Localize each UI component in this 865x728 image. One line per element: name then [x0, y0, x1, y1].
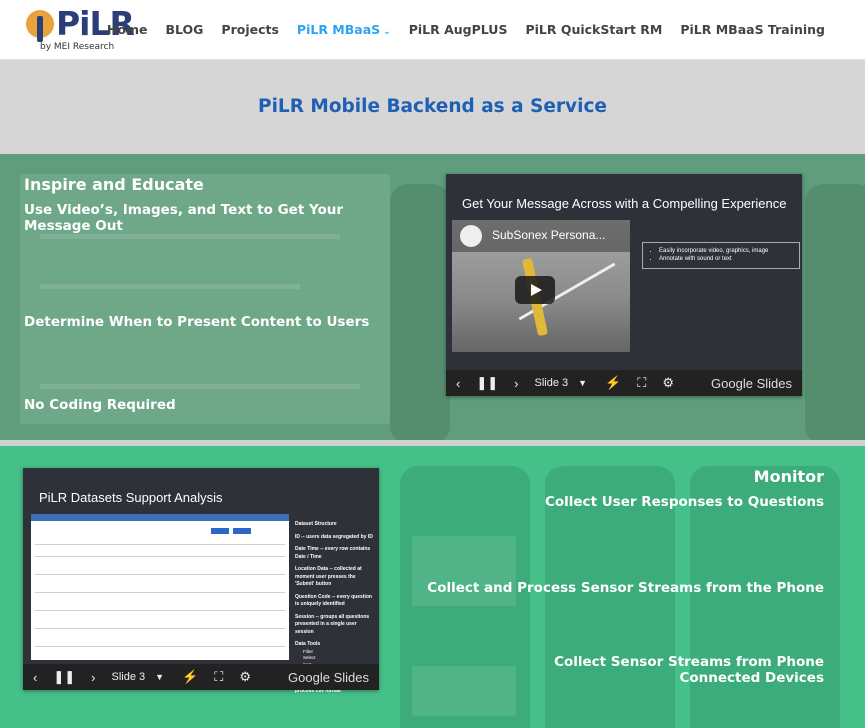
nav-pilr-mbaas-label: PiLR MBaaS [296, 22, 381, 37]
screenshot-row [35, 574, 285, 575]
screenshot-row [35, 592, 285, 593]
background-phone [390, 184, 450, 440]
heading-use-video: Use Video’s, Images, and Text to Get You… [24, 202, 344, 234]
nav-home[interactable]: Home [107, 22, 148, 37]
slide-bullet: Annotate with sound or text [659, 255, 793, 263]
slide-indicator[interactable]: Slide 3 [534, 377, 568, 389]
background-line [40, 284, 300, 289]
nav-pilr-mbaas-training[interactable]: PiLR MBaaS Training [680, 22, 825, 37]
slide-title: Get Your Message Across with a Compellin… [462, 196, 787, 211]
notes-tool: Filter [303, 648, 313, 654]
slide-indicator[interactable]: Slide 3 [111, 671, 145, 683]
heading-inspire-educate: Inspire and Educate [24, 175, 204, 194]
next-slide-icon[interactable]: › [514, 376, 518, 391]
slides-controls: ‹ ❚❚ › Slide 3 ▼ ⚡ ⛶ ⚙ Google Slides [446, 370, 802, 396]
notes-item: Session -- groups all questions presente… [295, 613, 370, 635]
background-line [40, 384, 360, 389]
notes-tool: Select [303, 655, 316, 661]
screenshot-button [211, 528, 229, 534]
slide-menu-caret-icon[interactable]: ▼ [155, 672, 164, 682]
channel-avatar[interactable] [460, 225, 482, 247]
notes-item: Question Code -- every question is uniqu… [295, 593, 372, 608]
notes-item: Location Data -- collected at moment use… [295, 566, 362, 587]
heading-determine-when: Determine When to Present Content to Use… [24, 314, 370, 330]
nav-pilr-mbaas[interactable]: PiLR MBaaS ⌄ [297, 22, 391, 37]
site-header: PiLR by MEI Research Home BLOG Projects … [0, 0, 865, 60]
slide-title: PiLR Datasets Support Analysis [39, 490, 223, 505]
nav-pilr-quickstart-rm[interactable]: PiLR QuickStart RM [525, 22, 662, 37]
main-nav: Home BLOG Projects PiLR MBaaS ⌄ PiLR AugP… [107, 22, 825, 37]
notes-item: ID -- users data segregated by ID [295, 533, 373, 540]
laser-pointer-icon[interactable]: ⚡ [182, 669, 198, 685]
heading-no-coding: No Coding Required [24, 397, 176, 413]
section-inspire-educate: Inspire and Educate Use Video’s, Images,… [0, 154, 865, 440]
screenshot-row [35, 628, 285, 629]
dataset-screenshot [31, 514, 289, 660]
settings-gear-icon[interactable]: ⚙ [239, 669, 251, 685]
screenshot-row [35, 544, 285, 545]
heading-monitor: Monitor [753, 467, 824, 486]
chevron-down-icon: ⌄ [383, 27, 391, 37]
heading-collect-phone-sensors: Collect and Process Sensor Streams from … [427, 580, 824, 596]
pilr-logo-mark-icon [26, 10, 54, 42]
google-slides-logo[interactable]: Google Slides [711, 376, 792, 391]
nav-projects[interactable]: Projects [221, 22, 279, 37]
section-monitor: Monitor Collect User Responses to Questi… [0, 446, 865, 728]
notes-item: Data Tools [295, 641, 321, 647]
settings-gear-icon[interactable]: ⚙ [662, 375, 674, 391]
fullscreen-icon[interactable]: ⛶ [214, 669, 223, 685]
screenshot-app-bar [31, 514, 289, 521]
next-slide-icon[interactable]: › [91, 670, 95, 685]
screenshot-button [233, 528, 251, 534]
prev-slide-icon[interactable]: ‹ [456, 376, 460, 391]
video-player[interactable]: SubSonex Persona... [452, 220, 630, 352]
google-slides-logo[interactable]: Google Slides [288, 670, 369, 685]
slides-embed-2[interactable]: PiLR Datasets Support Analysis Dataset S… [23, 468, 379, 694]
screenshot-row [35, 646, 285, 647]
fullscreen-icon[interactable]: ⛶ [637, 375, 646, 391]
slide-bullets: Easily incorporate video, graphics, imag… [642, 242, 800, 269]
pause-icon[interactable]: ❚❚ [476, 375, 498, 391]
slide-menu-caret-icon[interactable]: ▼ [578, 378, 587, 388]
screenshot-row [35, 610, 285, 611]
background-phone [805, 184, 865, 440]
heading-collect-user-responses: Collect User Responses to Questions [544, 494, 824, 510]
nav-blog[interactable]: BLOG [165, 22, 203, 37]
screenshot-row [35, 556, 285, 557]
logo-tagline: by MEI Research [40, 42, 115, 52]
background-line [40, 234, 340, 239]
heading-collect-connected-devices: Collect Sensor Streams from Phone Connec… [554, 654, 824, 686]
page-title: PiLR Mobile Backend as a Service [258, 96, 607, 117]
laser-pointer-icon[interactable]: ⚡ [605, 375, 621, 391]
pause-icon[interactable]: ❚❚ [53, 669, 75, 685]
notes-title: Dataset Structure [295, 521, 337, 527]
slide-bullet: Easily incorporate video, graphics, imag… [659, 247, 793, 255]
slides-controls: ‹ ❚❚ › Slide 3 ▼ ⚡ ⛶ ⚙ Google Slides [23, 664, 379, 690]
nav-pilr-augplus[interactable]: PiLR AugPLUS [409, 22, 508, 37]
notes-item: Date Time -- every row contains Date / T… [295, 546, 371, 560]
video-title[interactable]: SubSonex Persona... [492, 228, 605, 242]
prev-slide-icon[interactable]: ‹ [33, 670, 37, 685]
slides-embed-1[interactable]: Get Your Message Across with a Compellin… [446, 174, 802, 396]
play-icon[interactable] [515, 276, 555, 304]
title-band: PiLR Mobile Backend as a Service [0, 60, 865, 154]
